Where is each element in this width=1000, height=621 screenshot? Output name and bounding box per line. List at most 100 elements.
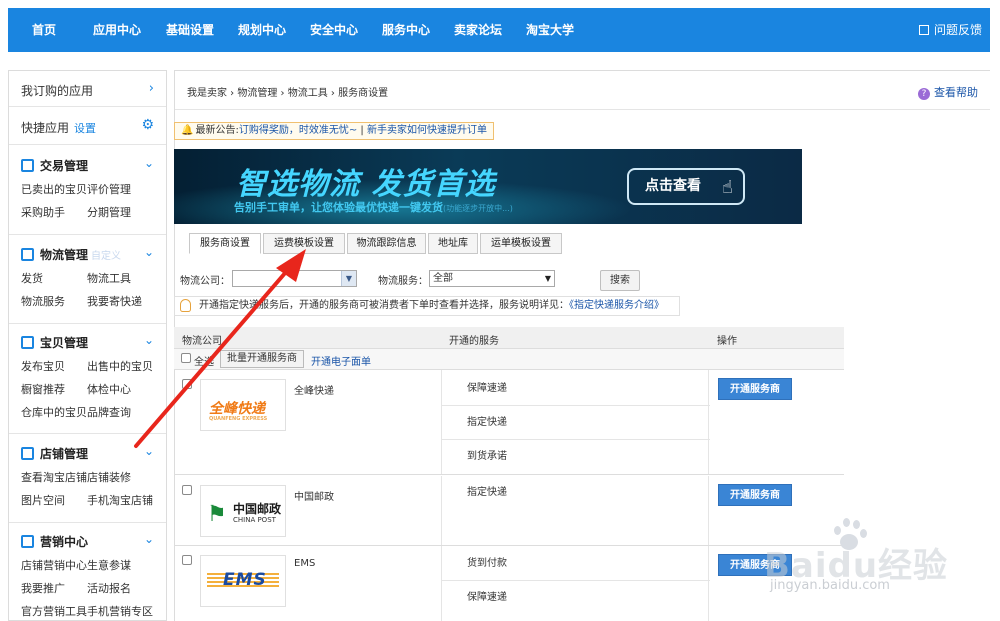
row-checkbox[interactable] (182, 555, 192, 565)
tip-service-intro-link[interactable]: 《指定快递服务介绍》 (569, 300, 664, 311)
document-icon (21, 159, 34, 172)
ems-logo: EMS (207, 570, 279, 592)
col-header-actions: 操作 (717, 336, 737, 347)
search-button[interactable]: 搜索 (600, 270, 640, 291)
tab-tracking-info[interactable]: 物流跟踪信息 (347, 233, 426, 254)
open-provider-button[interactable]: 开通服务商 (718, 484, 792, 506)
sidebar-divider (9, 522, 166, 523)
feedback-label: 问题反馈 (933, 23, 982, 37)
feedback-link[interactable]: 问题反馈 (918, 8, 982, 52)
sidebar-link-items-on-sale[interactable]: 出售中的宝贝 (87, 358, 153, 374)
service-item: 保障速递 (442, 372, 710, 406)
question-icon: ? (918, 88, 930, 100)
chevron-down-icon[interactable]: ⌄ (144, 444, 154, 458)
chevron-down-icon[interactable]: ⌄ (144, 245, 154, 259)
sidebar-subscribed-apps-label: 我订购的应用 (21, 84, 94, 98)
table-row: ⚑ 中国邮政 CHINA POST 中国邮政 指定快递 开通服务商 (174, 476, 844, 546)
sidebar-link-image-space[interactable]: 图片空间 (21, 492, 65, 508)
service-select[interactable]: 全部 ▼ (429, 270, 555, 287)
quick-apps-settings-link[interactable]: 设置 (74, 122, 96, 135)
chevron-down-icon[interactable]: ⌄ (144, 333, 154, 347)
shirt-icon (21, 336, 34, 349)
sidebar-subscribed-apps[interactable]: 我订购的应用 › (9, 71, 166, 107)
sidebar-group-trade-title[interactable]: 交易管理 (21, 157, 88, 174)
sidebar-link-health-check[interactable]: 体检中心 (87, 381, 131, 397)
open-provider-button[interactable]: 开通服务商 (718, 378, 792, 400)
chevron-down-icon[interactable]: ⌄ (144, 156, 154, 170)
breadcrumb: 我是卖家 › 物流管理 › 物流工具 › 服务商设置 (187, 88, 389, 99)
table-row: 全峰快递 QUANFENG EXPRESS 全峰快递 保障速递 指定快递 到货承诺… (174, 370, 844, 475)
select-all-checkbox[interactable] (181, 353, 191, 363)
tab-provider-settings[interactable]: 服务商设置 (189, 233, 261, 254)
sidebar-link-installments[interactable]: 分期管理 (87, 204, 131, 220)
sidebar: 我订购的应用 › 快捷应用 设置 ⚙ 交易管理 ⌄ 已卖出的宝贝 评价管理 采购助… (8, 70, 167, 621)
breadcrumb-divider (175, 109, 990, 110)
hand-pointer-icon: ☝ (722, 177, 733, 198)
top-nav-bar: 首页 应用中心 基础设置 规划中心 安全中心 服务中心 卖家论坛 淘宝大学 问题… (8, 8, 990, 52)
service-item: 指定快递 (442, 406, 710, 440)
chevron-down-icon[interactable]: ⌄ (144, 532, 154, 546)
company-select[interactable]: ▼ (232, 270, 357, 287)
nav-home[interactable]: 首页 (32, 8, 56, 52)
row-checkbox[interactable] (182, 485, 192, 495)
help-label: 查看帮助 (934, 86, 978, 99)
promo-banner[interactable]: 智选物流 发货首选 告别手工审单，让您体验最优快递一键发货(功能逐步开放中...… (174, 149, 802, 224)
sidebar-link-sold-items[interactable]: 已卖出的宝贝 (21, 181, 87, 197)
sidebar-link-send-express[interactable]: 我要寄快递 (87, 293, 142, 309)
sidebar-group-logistics-title[interactable]: 物流管理 自定义 (21, 246, 121, 263)
sidebar-link-brand-query[interactable]: 品牌查询 (87, 404, 131, 420)
sidebar-link-purchase-assistant[interactable]: 采购助手 (21, 204, 65, 220)
sidebar-group-store-title[interactable]: 店铺管理 (21, 445, 88, 462)
sidebar-link-event-signup[interactable]: 活动报名 (87, 580, 131, 596)
sidebar-link-logistics-service[interactable]: 物流服务 (21, 293, 65, 309)
service-item: 指定快递 (467, 487, 507, 498)
nav-service-center[interactable]: 服务中心 (382, 8, 430, 52)
bulk-actions-bar: 全选 批量开通服务商 开通电子面单 (174, 349, 844, 370)
sidebar-divider (9, 433, 166, 434)
sidebar-divider (9, 234, 166, 235)
announcement-link[interactable]: 订购得奖励，时效准无忧~ (239, 125, 357, 136)
sidebar-link-warehouse[interactable]: 仓库中的宝贝 (21, 404, 87, 420)
table-header: 物流公司 开通的服务 操作 (174, 327, 844, 349)
sidebar-link-logistics-tools[interactable]: 物流工具 (87, 270, 131, 286)
row-checkbox[interactable] (182, 379, 192, 389)
sidebar-link-mobile-store[interactable]: 手机淘宝店铺 (87, 492, 153, 508)
nav-app-center[interactable]: 应用中心 (93, 8, 141, 52)
tab-shipping-template[interactable]: 运费模板设置 (263, 233, 345, 254)
sidebar-link-reviews[interactable]: 评价管理 (87, 181, 131, 197)
open-waybill-link[interactable]: 开通电子面单 (311, 353, 371, 368)
nav-basic-settings[interactable]: 基础设置 (166, 8, 214, 52)
sidebar-link-store-decoration[interactable]: 店铺装修 (87, 469, 131, 485)
sidebar-link-view-store[interactable]: 查看淘宝店铺 (21, 469, 87, 485)
nav-taobao-university[interactable]: 淘宝大学 (526, 8, 574, 52)
megaphone-icon (21, 535, 34, 548)
carrier-name: 全峰快递 (294, 386, 334, 397)
tab-waybill-template[interactable]: 运单模板设置 (480, 233, 562, 254)
tab-address-book[interactable]: 地址库 (428, 233, 478, 254)
sidebar-link-promote[interactable]: 我要推广 (21, 580, 65, 596)
sidebar-link-ship[interactable]: 发货 (21, 270, 43, 286)
table-row: EMS EMS 货到付款 保障速递 开通服务商 (174, 546, 844, 621)
sidebar-link-mobile-marketing[interactable]: 手机营销专区 (87, 603, 153, 619)
sidebar-group-items-title[interactable]: 宝贝管理 (21, 334, 88, 351)
chevron-right-icon: › (148, 81, 154, 96)
announcement-tips-link[interactable]: 新手卖家如何快速提升订单 (367, 125, 487, 136)
sidebar-link-business-advisor[interactable]: 生意参谋 (87, 557, 131, 573)
edit-icon (918, 25, 929, 35)
gear-icon[interactable]: ⚙ (141, 117, 154, 133)
sidebar-link-showcase[interactable]: 橱窗推荐 (21, 381, 65, 397)
sidebar-link-official-tools[interactable]: 官方营销工具 (21, 603, 87, 619)
sidebar-link-marketing-center[interactable]: 店铺营销中心 (21, 557, 87, 573)
sidebar-quick-apps: 快捷应用 设置 ⚙ (9, 107, 166, 145)
bulk-open-button[interactable]: 批量开通服务商 (220, 350, 304, 368)
service-list: 指定快递 (441, 476, 709, 545)
nav-security-center[interactable]: 安全中心 (310, 8, 358, 52)
nav-planning-center[interactable]: 规划中心 (238, 8, 286, 52)
col-header-company: 物流公司 (182, 336, 222, 347)
nav-seller-forum[interactable]: 卖家论坛 (454, 8, 502, 52)
sidebar-group-marketing-title[interactable]: 营销中心 (21, 533, 88, 550)
banner-cta-button[interactable]: 点击查看 ☝ (627, 168, 745, 205)
help-link[interactable]: ? 查看帮助 (918, 84, 978, 100)
sidebar-link-publish-item[interactable]: 发布宝贝 (21, 358, 65, 374)
caret-down-icon: ▼ (544, 274, 551, 283)
